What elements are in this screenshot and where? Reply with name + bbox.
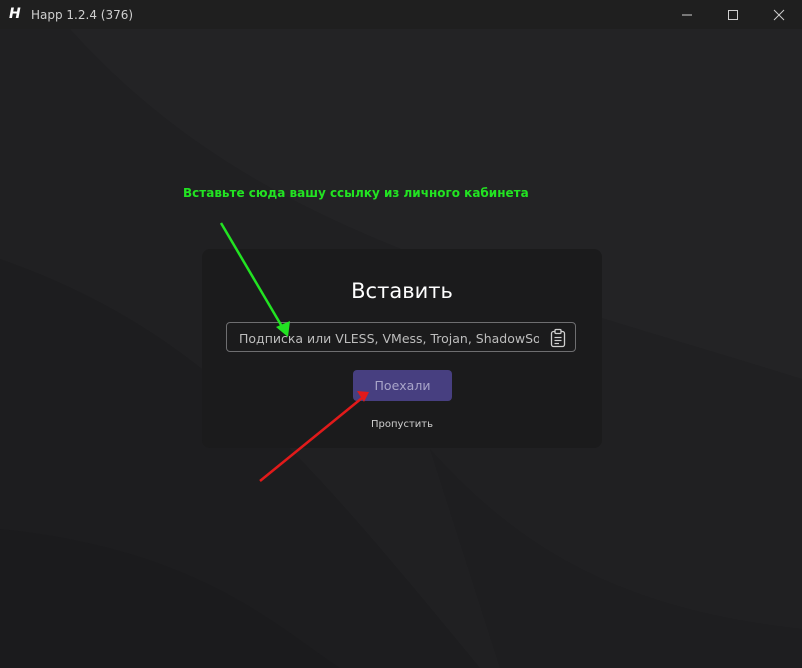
title-bar: H Happ 1.2.4 (376) xyxy=(0,0,802,29)
maximize-icon xyxy=(728,9,738,20)
close-icon xyxy=(773,9,785,20)
go-button[interactable]: Поехали xyxy=(353,370,452,401)
minimize-icon xyxy=(682,14,692,15)
happ-logo-icon: H xyxy=(9,6,21,22)
paste-dialog: Вставить Поехали Пропустить xyxy=(202,249,602,448)
subscription-input[interactable] xyxy=(237,323,541,353)
window-title: Happ 1.2.4 (376) xyxy=(31,8,134,22)
minimize-button[interactable] xyxy=(664,0,710,29)
close-button[interactable] xyxy=(756,0,802,29)
dialog-title: Вставить xyxy=(351,279,453,303)
skip-link[interactable]: Пропустить xyxy=(202,419,602,430)
annotation-text: Вставьте сюда вашу ссылку из личного каб… xyxy=(183,186,529,200)
subscription-input-field[interactable] xyxy=(226,322,576,353)
clipboard-icon[interactable] xyxy=(549,328,567,348)
maximize-button[interactable] xyxy=(710,0,756,29)
